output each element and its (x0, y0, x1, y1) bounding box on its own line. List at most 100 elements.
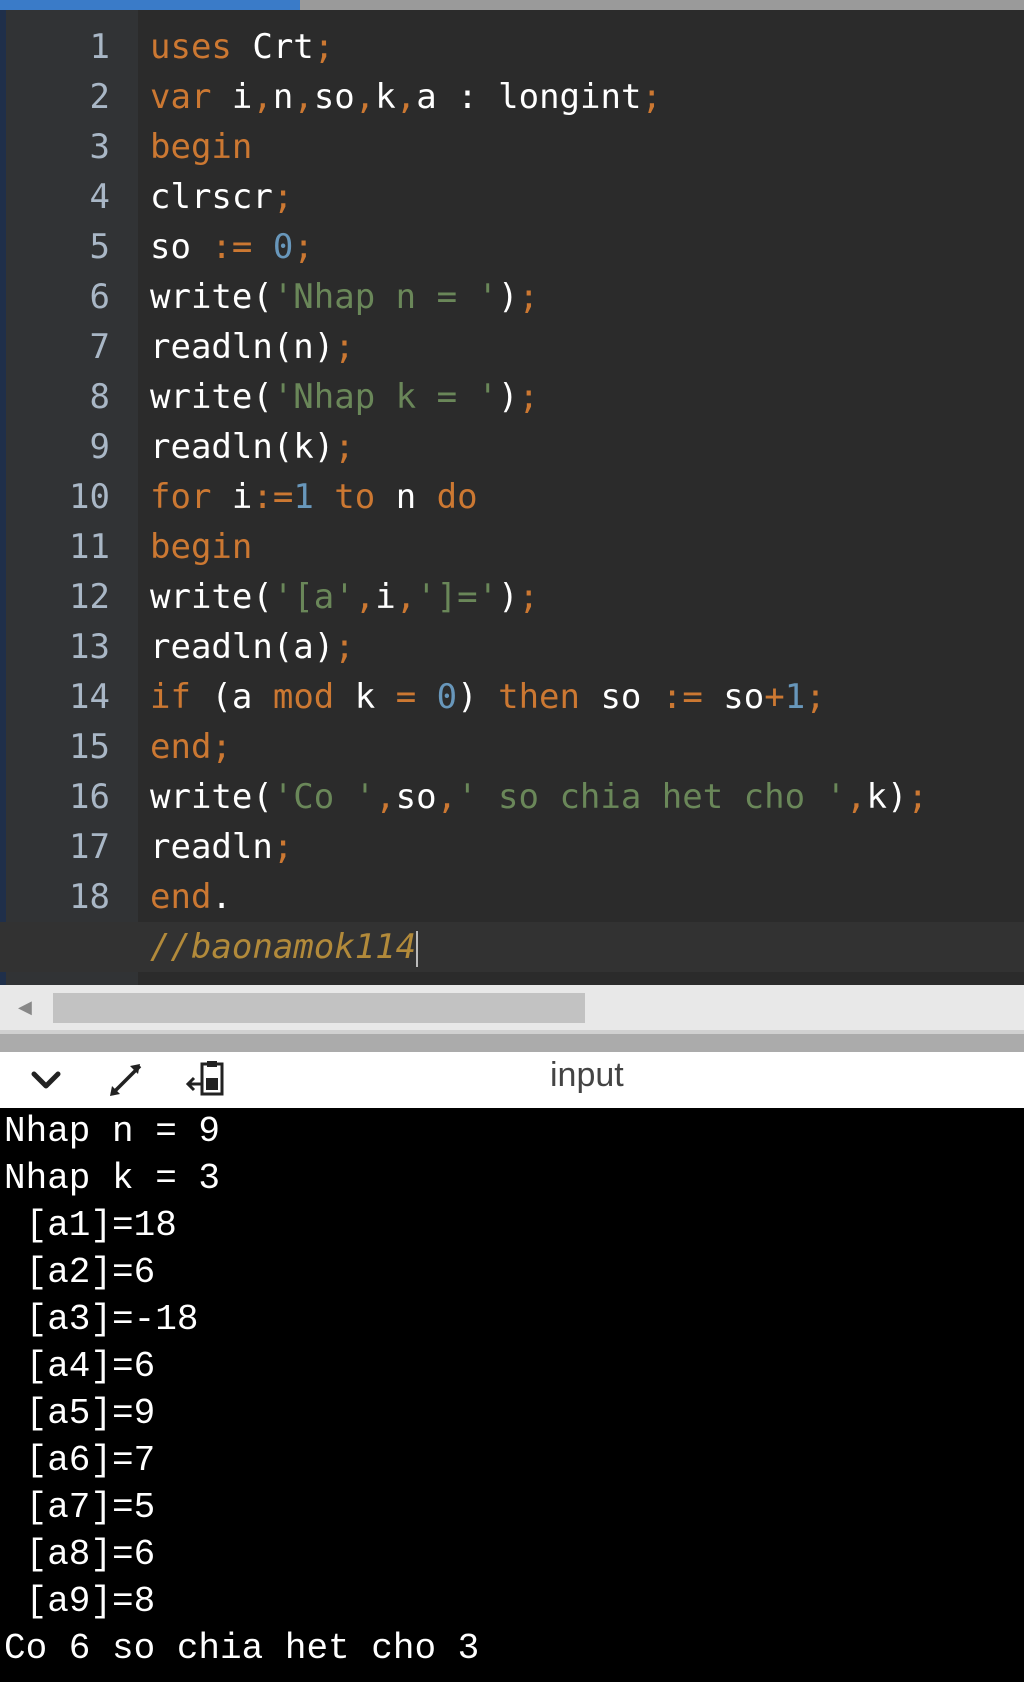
text-cursor (416, 930, 419, 967)
code-line[interactable]: write('Nhap n = '); (0, 272, 1024, 322)
code-token: ) (498, 377, 519, 417)
code-line[interactable]: end. (0, 872, 1024, 922)
code-line[interactable]: uses Crt; (0, 22, 1024, 72)
code-token: readln(n) (150, 327, 335, 367)
code-line[interactable]: clrscr; (0, 172, 1024, 222)
code-token: 1 (293, 477, 314, 517)
code-line[interactable]: var i,n,so,k,a : longint; (0, 72, 1024, 122)
code-token: ; (641, 77, 662, 117)
code-line[interactable]: for i:=1 to n do (0, 472, 1024, 522)
collapse-console-button[interactable] (24, 1060, 68, 1100)
code-token: begin (150, 127, 253, 167)
code-token: , (436, 777, 458, 817)
code-line[interactable]: //baonamok114 (0, 922, 1024, 972)
console-output-line: [a6]=7 (4, 1440, 156, 1481)
code-text: write('[a',i,']='); (150, 572, 539, 622)
code-token: a (416, 77, 458, 117)
code-line[interactable]: readln(k); (0, 422, 1024, 472)
code-token: ; (272, 177, 294, 217)
code-token: write( (150, 377, 273, 417)
code-token: ']=' (416, 577, 499, 617)
code-line[interactable]: write('[a',i,']='); (0, 572, 1024, 622)
console-toolbar: input (0, 1052, 1024, 1108)
code-token: ; (334, 427, 355, 467)
code-token: if (150, 677, 191, 717)
code-token: , (375, 777, 396, 817)
code-token: . (211, 877, 232, 917)
code-token: begin (150, 527, 253, 567)
code-line[interactable]: begin (0, 522, 1024, 572)
code-text: readln(k); (150, 422, 355, 472)
code-token: 'Co ' (272, 777, 376, 817)
maximize-console-button[interactable] (104, 1060, 148, 1100)
console-output-line: [a4]=6 (4, 1346, 156, 1387)
code-token: n (375, 477, 417, 517)
code-token: //baonamok114 (150, 927, 417, 967)
scrollbar-thumb[interactable] (53, 993, 585, 1023)
code-text: //baonamok114 (150, 922, 419, 972)
code-token: for (150, 477, 212, 517)
code-text: var i,n,so,k,a : longint; (150, 72, 662, 122)
chevron-down-icon (31, 1071, 61, 1089)
code-token: ; (518, 377, 539, 417)
code-token: k) (866, 777, 908, 817)
code-token: longint (477, 77, 642, 117)
console-output[interactable]: Nhap n = 9 Nhap k = 3 [a1]=18 [a2]=6 [a3]… (0, 1108, 1024, 1682)
console-output-line: Co 6 so chia het cho 3 (4, 1628, 480, 1669)
console-input-label: input (550, 1056, 624, 1094)
code-text: write('Nhap k = '); (150, 372, 539, 422)
code-token: ; (293, 227, 314, 267)
code-text: readln(a); (150, 622, 355, 672)
code-token: k (334, 677, 396, 717)
code-token: ) (498, 577, 519, 617)
code-token: ) (498, 277, 519, 317)
code-token: 0 (436, 677, 458, 717)
code-token: write( (150, 577, 273, 617)
code-line[interactable]: readln(a); (0, 622, 1024, 672)
code-token: ; (272, 827, 294, 867)
code-line[interactable]: readln(n); (0, 322, 1024, 372)
code-line[interactable]: if (a mod k = 0) then so := so+1; (0, 672, 1024, 722)
code-token: , (354, 577, 376, 617)
code-token: ; (313, 27, 335, 67)
code-token: ; (518, 577, 540, 617)
code-token: var (150, 77, 212, 117)
code-token: write( (150, 277, 273, 317)
scroll-left-arrow-icon[interactable]: ◀ (18, 997, 32, 1018)
code-line[interactable]: write('Co ',so,' so chia het cho ',k); (0, 772, 1024, 822)
code-token: then (477, 677, 580, 717)
code-token: so (313, 77, 355, 117)
code-token: ; (907, 777, 928, 817)
code-token: 'Nhap k = ' (272, 377, 498, 417)
code-token: readln (150, 827, 273, 867)
code-line[interactable]: begin (0, 122, 1024, 172)
console-output-line: [a7]=5 (4, 1487, 156, 1528)
code-token: '[a' (272, 577, 355, 617)
code-token: 1 (784, 677, 806, 717)
code-line[interactable]: readln; (0, 822, 1024, 872)
code-token: , (395, 77, 417, 117)
code-text: readln(n); (150, 322, 355, 372)
code-line[interactable]: so := 0; (0, 222, 1024, 272)
horizontal-scrollbar[interactable]: ◀ (0, 985, 1024, 1030)
code-token: := (661, 677, 703, 717)
console-output-line: [a5]=9 (4, 1393, 156, 1434)
console-output-line: [a3]=-18 (4, 1299, 199, 1340)
code-token: k (375, 77, 396, 117)
code-token: + (764, 677, 785, 717)
code-line[interactable]: write('Nhap k = '); (0, 372, 1024, 422)
code-token: i (211, 77, 253, 117)
code-token: ; (334, 327, 355, 367)
code-token: i (211, 477, 253, 517)
code-text: if (a mod k = 0) then so := so+1; (150, 672, 826, 722)
code-token: 'Nhap n = ' (272, 277, 498, 317)
active-tab-indicator[interactable] (0, 0, 300, 10)
console-output-line: Nhap n = 9 (4, 1111, 221, 1152)
code-editor[interactable]: 12345678910111213141516171819 uses Crt;v… (0, 10, 1024, 985)
code-line[interactable]: end; (0, 722, 1024, 772)
console-output-line: [a8]=6 (4, 1534, 156, 1575)
code-text: begin (150, 522, 252, 572)
clear-console-button[interactable] (184, 1060, 228, 1100)
panel-splitter[interactable] (0, 1030, 1024, 1052)
